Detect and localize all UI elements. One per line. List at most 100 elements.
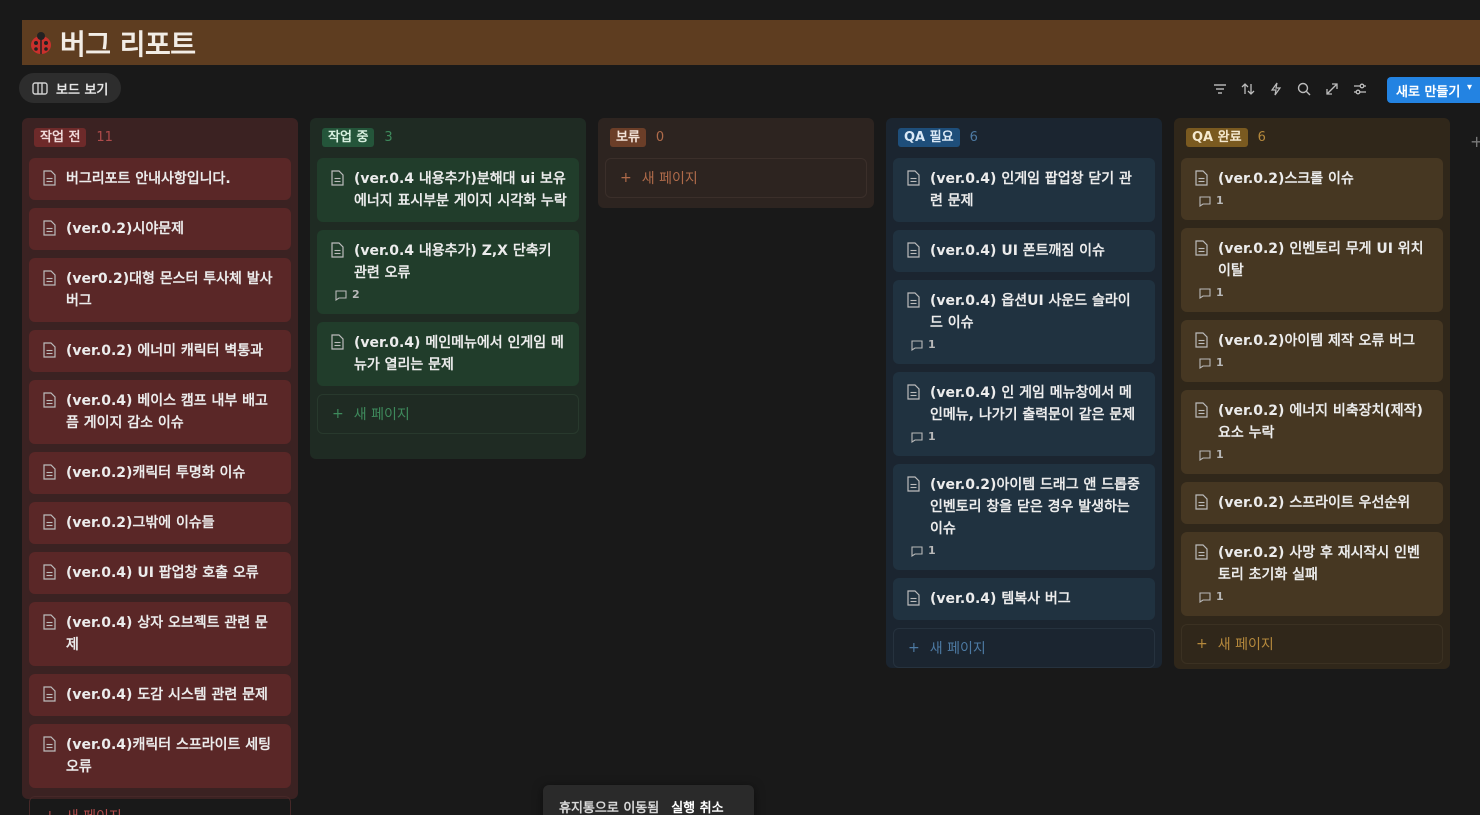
card-title: (ver.0.2)시야문제 [66,221,184,237]
comment-count: 1 [1199,192,1431,210]
card-title: (ver.0.4) 메인메뉴에서 인게임 메뉴가 열리는 문제 [354,335,564,373]
comment-count: 1 [1199,588,1431,606]
comment-count-value: 1 [1216,356,1224,369]
board-card[interactable]: 버그리포트 안내사항입니다. [29,158,291,200]
board-card[interactable]: (ver.0.4) 메인메뉴에서 인게임 메뉴가 열리는 문제 [317,322,579,386]
page-icon [906,242,920,265]
status-tag[interactable]: 작업 중 [322,127,375,147]
comment-count: 1 [911,336,1143,354]
board-card[interactable]: (ver0.2)대형 몬스터 투사체 발사 버그 [29,258,291,322]
card-title: (ver.0.2)캐릭터 투명화 이슈 [66,465,246,481]
new-page-label: 새 페이지 [929,641,986,657]
board-card[interactable]: (ver.0.2) 에너미 캐릭터 벽통과 [29,330,291,372]
card-title: (ver.0.4 내용추가)분해대 ui 보유 에너지 표시부분 게이지 시각화… [354,171,567,209]
column-count: 6 [1257,129,1266,145]
comment-count-value: 1 [1216,286,1224,299]
card-title: (ver.0.4) 인 게임 메뉴창에서 메인메뉴, 나가기 출력문이 같은 문… [930,385,1136,423]
board-card[interactable]: (ver.0.2) 스프라이트 우선순위 [1181,482,1443,524]
card-title: (ver.0.2) 에너지 비축장치(제작) 요소 누락 [1218,403,1423,441]
board-card[interactable]: (ver.0.2)시야문제 [29,208,291,250]
comment-icon [1199,287,1211,299]
board-card[interactable]: (ver.0.2)아이템 제작 오류 버그 1 [1181,320,1443,382]
board-card[interactable]: (ver.0.4 내용추가)분해대 ui 보유 에너지 표시부분 게이지 시각화… [317,158,579,222]
sort-icon[interactable] [1241,78,1255,100]
card-title: (ver.0.2) 에너미 캐릭터 벽통과 [66,343,263,359]
board-card[interactable]: (ver.0.2) 에너지 비축장치(제작) 요소 누락 1 [1181,390,1443,474]
card-title: (ver.0.4) 상자 오브젝트 관련 문제 [66,615,268,653]
new-page-label: 새 페이지 [641,171,698,187]
ladybug-icon [28,30,54,56]
comment-count-value: 1 [1216,590,1224,603]
board-card[interactable]: (ver.0.4)캐릭터 스프라이트 세팅 오류 [29,724,291,788]
board-card[interactable]: (ver.0.4) 도감 시스템 관련 문제 [29,674,291,716]
board-card[interactable]: (ver.0.4) 베이스 캠프 내부 배고픔 게이지 감소 이슈 [29,380,291,444]
card-title: (ver.0.4) UI 팝업창 호출 오류 [66,565,259,581]
filter-icon[interactable] [1213,78,1227,100]
new-button[interactable]: 새로 만들기 ▾ [1387,77,1480,103]
comment-count: 1 [911,542,1143,560]
column-header: 작업 전 11 [29,126,291,148]
board-card[interactable]: (ver.0.4) 인게임 팝업창 닫기 관련 문제 [893,158,1155,222]
comment-icon [1199,449,1211,461]
new-page-button[interactable]: + 새 페이지 [893,628,1155,668]
comment-count: 2 [335,286,567,304]
board-column-in-progress: 작업 중 3 (ver.0.4 내용추가)분해대 ui 보유 에너지 표시부분 … [310,118,586,459]
new-page-button[interactable]: + 새 페이지 [317,394,579,434]
card-title: (ver.0.2) 인벤토리 무게 UI 위치 이탈 [1218,241,1424,279]
expand-icon[interactable] [1325,78,1339,100]
board-card[interactable]: (ver.0.4) UI 팝업창 호출 오류 [29,552,291,594]
automation-bolt-icon[interactable] [1269,78,1283,100]
new-page-button[interactable]: + 새 페이지 [605,158,867,198]
column-count: 6 [969,129,978,145]
page-icon [42,170,56,193]
status-tag[interactable]: 보류 [610,127,646,147]
board-card[interactable]: (ver.0.4) UI 폰트깨짐 이슈 [893,230,1155,272]
board-card[interactable]: (ver.0.2) 사망 후 재시작시 인벤토리 초기화 실패 1 [1181,532,1443,616]
board-view-tab[interactable]: 보드 보기 [19,73,122,103]
board-card[interactable]: (ver.0.2)아이템 드래그 앤 드롭중 인벤토리 창을 닫은 경우 발생하… [893,464,1155,570]
page-icon [330,334,344,357]
page-icon [42,564,56,587]
status-tag[interactable]: QA 완료 [1186,127,1248,147]
column-count: 3 [384,129,393,145]
comment-icon [335,289,347,301]
card-title: (ver.0.2) 사망 후 재시작시 인벤토리 초기화 실패 [1218,545,1420,583]
board-column-not-started: 작업 전 11 버그리포트 안내사항입니다. (ver.0.2)시야문제 (ve… [22,118,298,815]
column-header: QA 필요 6 [893,126,1155,148]
board-card[interactable]: (ver.0.2)스크롤 이슈 1 [1181,158,1443,220]
board-card[interactable]: (ver.0.4) 템복사 버그 [893,578,1155,620]
plus-icon: + [908,640,920,656]
page-icon [330,242,344,265]
comment-icon [911,431,923,443]
column-header: 작업 중 3 [317,126,579,148]
undo-button[interactable]: 실행 취소 [671,797,723,815]
board-card[interactable]: (ver.0.4) 인 게임 메뉴창에서 메인메뉴, 나가기 출력문이 같은 문… [893,372,1155,456]
chevron-down-icon[interactable]: ▾ [1467,82,1472,93]
comment-count: 1 [911,428,1143,446]
page-icon [1194,170,1208,193]
add-group-icon[interactable]: + [1470,132,1480,151]
board-card[interactable]: (ver.0.2) 인벤토리 무게 UI 위치 이탈 1 [1181,228,1443,312]
search-icon[interactable] [1297,78,1311,100]
comment-count-value: 1 [928,544,936,557]
board-card[interactable]: (ver.0.4) 상자 오브젝트 관련 문제 [29,602,291,666]
status-tag[interactable]: 작업 전 [34,127,87,147]
page-icon [906,384,920,407]
status-tag[interactable]: QA 필요 [898,127,960,147]
new-page-button[interactable]: + 새 페이지 [1181,624,1443,664]
new-page-button[interactable]: + 새 페이지 [29,796,291,815]
card-title: (ver.0.4) 베이스 캠프 내부 배고픔 게이지 감소 이슈 [66,393,268,431]
board-card[interactable]: (ver.0.4) 옵션UI 사운드 슬라이드 이슈 1 [893,280,1155,364]
new-button-label: 새로 만들기 [1396,84,1461,100]
board-card[interactable]: (ver.0.2)캐릭터 투명화 이슈 [29,452,291,494]
card-title: 버그리포트 안내사항입니다. [66,171,231,187]
comment-icon [1199,591,1211,603]
card-title: (ver.0.4) 옵션UI 사운드 슬라이드 이슈 [930,293,1131,331]
board-page: 버그 리포트 보드 보기 새로 만들기 ▾ 작업 전 11 버그리포트 안내사항… [0,0,1480,815]
comment-icon [911,545,923,557]
comment-icon [911,339,923,351]
board-card[interactable]: (ver.0.4 내용추가) Z,X 단축키 관련 오류 2 [317,230,579,314]
settings-sliders-icon[interactable] [1353,78,1367,100]
board-card[interactable]: (ver.0.2)그밖에 이슈들 [29,502,291,544]
card-title: (ver.0.4) 인게임 팝업창 닫기 관련 문제 [930,171,1132,209]
